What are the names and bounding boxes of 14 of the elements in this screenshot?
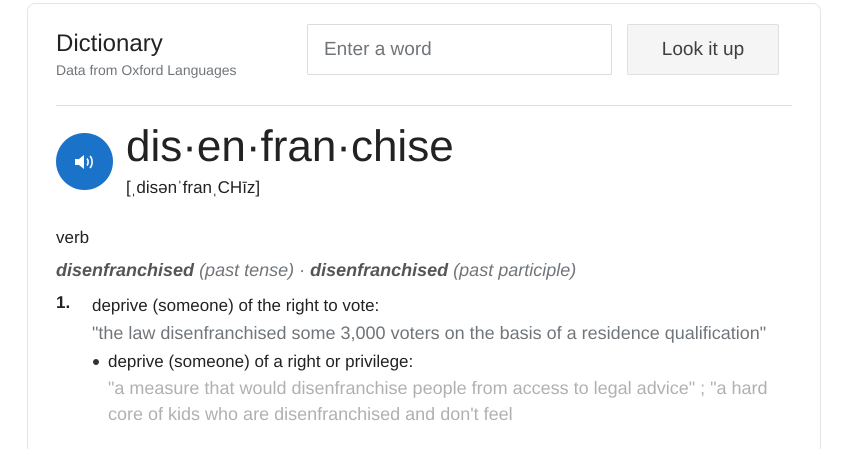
look-up-button[interactable]: Look it up xyxy=(627,24,779,75)
part-of-speech: verb xyxy=(56,228,90,248)
example-sentence: "a measure that would disenfranchise people from access to legal advice" ; "a hard core of kids who are disenfranchised and don't feel xyxy=(108,377,769,426)
bullet-icon xyxy=(93,359,99,365)
definition: deprive (someone) of the right to vote: xyxy=(92,295,380,317)
sense-number: 1. xyxy=(56,293,72,314)
word-forms: disenfranchised (past tense) · disenfranchised (past participle) xyxy=(56,260,578,281)
source-note: Data from Oxford Languages xyxy=(56,62,238,78)
definition: deprive (someone) of a right or privilege: xyxy=(108,351,414,373)
example-sentence: "the law disenfranchised some 3,000 voters on the basis of a residence qualification" xyxy=(92,322,768,345)
card-title: Dictionary xyxy=(56,30,164,58)
pronunciation: [ˌdisənˈfranˌCHīz] xyxy=(126,178,262,198)
search-field[interactable]: Enter a word xyxy=(307,24,612,75)
headword: dis·en·fran·chise xyxy=(126,121,454,173)
